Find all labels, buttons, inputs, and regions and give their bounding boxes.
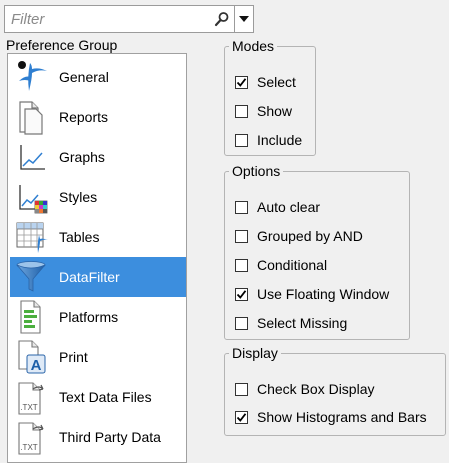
- mode-include-checkbox[interactable]: [235, 133, 248, 147]
- conditional-checkbox[interactable]: [235, 258, 248, 272]
- modes-group: Modes Select Show Include: [224, 38, 316, 156]
- reports-icon: [10, 97, 52, 137]
- use-floating-window-label: Use Floating Window: [257, 286, 390, 302]
- funnel-icon: [10, 257, 52, 297]
- txt-file-icon: .TXT: [10, 377, 52, 417]
- search-icon[interactable]: [210, 6, 234, 32]
- select-missing-label: Select Missing: [257, 315, 348, 331]
- svg-text:.TXT: .TXT: [20, 403, 37, 412]
- display-group: Display Check Box Display Show Histogram…: [224, 345, 446, 436]
- list-item-label: Third Party Data: [59, 429, 161, 445]
- show-histograms-and-bars-label: Show Histograms and Bars: [257, 409, 427, 425]
- styles-icon: [10, 177, 52, 217]
- list-item-print[interactable]: A Print: [10, 337, 186, 377]
- modes-title: Modes: [232, 38, 275, 54]
- auto-clear-checkbox[interactable]: [235, 200, 248, 214]
- list-item-styles[interactable]: Styles: [10, 177, 186, 217]
- txt-file-icon: .TXT: [10, 417, 52, 457]
- checkmark-icon: [236, 77, 247, 87]
- list-item-platforms[interactable]: Platforms: [10, 297, 186, 337]
- mode-select-option[interactable]: Select: [235, 72, 296, 92]
- tables-icon: [10, 217, 52, 257]
- option-select-missing[interactable]: Select Missing: [235, 313, 347, 333]
- filter-input[interactable]: [5, 7, 210, 31]
- show-histograms-and-bars-checkbox[interactable]: [235, 410, 248, 424]
- list-item-label: Reports: [59, 109, 109, 125]
- svg-text:.TXT: .TXT: [20, 443, 37, 452]
- svg-text:A: A: [31, 357, 42, 374]
- list-item-label: Graphs: [59, 149, 105, 165]
- list-item-text-data-files[interactable]: .TXT Text Data Files: [10, 377, 186, 417]
- options-title: Options: [232, 163, 281, 179]
- preference-group-title: Preference Group: [6, 37, 118, 53]
- option-show-histograms-and-bars[interactable]: Show Histograms and Bars: [235, 407, 427, 427]
- option-grouped-by-and[interactable]: Grouped by AND: [235, 226, 363, 246]
- filter-dropdown-button[interactable]: [234, 6, 253, 32]
- check-box-display-label: Check Box Display: [257, 381, 375, 397]
- list-item-label: Print: [59, 349, 88, 365]
- select-missing-checkbox[interactable]: [235, 316, 248, 330]
- graphs-icon: [10, 137, 52, 177]
- use-floating-window-checkbox[interactable]: [235, 287, 248, 301]
- mode-include-option[interactable]: Include: [235, 130, 302, 150]
- list-item-label: Tables: [59, 229, 100, 245]
- mode-include-label: Include: [257, 132, 303, 148]
- display-title: Display: [232, 345, 278, 361]
- list-item-label: DataFilter: [59, 269, 120, 285]
- checkmark-icon: [236, 289, 247, 299]
- grouped-by-and-label: Grouped by AND: [257, 228, 363, 244]
- check-box-display-checkbox[interactable]: [235, 382, 248, 396]
- general-icon: [10, 57, 52, 97]
- option-conditional[interactable]: Conditional: [235, 255, 327, 275]
- mode-show-checkbox[interactable]: [235, 104, 248, 118]
- grouped-by-and-checkbox[interactable]: [235, 229, 248, 243]
- auto-clear-label: Auto clear: [257, 199, 321, 215]
- mode-show-option[interactable]: Show: [235, 101, 292, 121]
- list-item-reports[interactable]: Reports: [10, 97, 186, 137]
- mode-select-label: Select: [257, 74, 296, 90]
- list-item-label: Styles: [59, 189, 98, 205]
- list-item-label: Platforms: [59, 309, 119, 325]
- list-item-label: Text Data Files: [59, 389, 152, 405]
- list-item-general[interactable]: General: [10, 57, 186, 97]
- list-item-tables[interactable]: Tables: [10, 217, 186, 257]
- option-auto-clear[interactable]: Auto clear: [235, 197, 320, 217]
- print-icon: A: [10, 337, 52, 377]
- mode-show-label: Show: [257, 103, 293, 119]
- list-item-graphs[interactable]: Graphs: [10, 137, 186, 177]
- option-use-floating-window[interactable]: Use Floating Window: [235, 284, 389, 304]
- options-group: Options Auto clear Grouped by AND Condit…: [224, 163, 410, 340]
- conditional-label: Conditional: [257, 257, 328, 273]
- list-item-datafilter[interactable]: DataFilter: [10, 257, 186, 297]
- preference-group-list: General Reports Graphs Styles Tables Dat…: [7, 53, 187, 463]
- option-check-box-display[interactable]: Check Box Display: [235, 379, 375, 399]
- filter-search-box: [4, 5, 254, 33]
- platforms-icon: [10, 297, 52, 337]
- list-item-label: General: [59, 69, 109, 85]
- checkmark-icon: [236, 412, 247, 422]
- list-item-third-party-data[interactable]: .TXT Third Party Data: [10, 417, 186, 457]
- mode-select-checkbox[interactable]: [235, 75, 248, 89]
- chevron-down-icon: [239, 16, 249, 22]
